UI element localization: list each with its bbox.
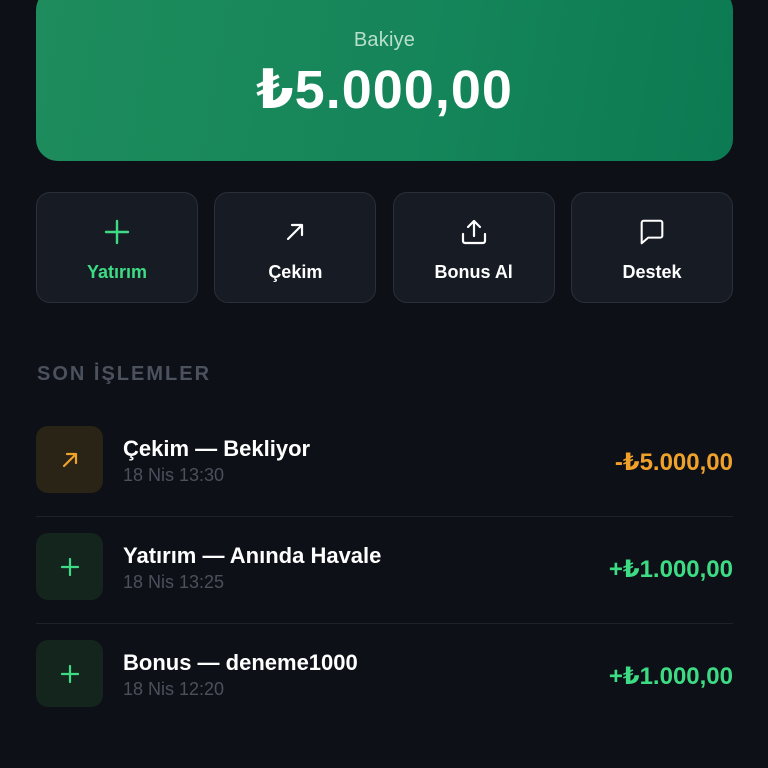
transaction-time: 18 Nis 13:30 (123, 465, 225, 485)
bonus-label: Bonus Al (434, 262, 513, 282)
bonus-button[interactable]: Bonus Al (392, 192, 555, 303)
transaction-amount: +₺1.000,00 (608, 556, 733, 583)
balance-card: Bakiye ₺5.000,00 (36, 0, 733, 161)
plus-icon (36, 533, 103, 600)
balance-label: Bakiye (353, 29, 416, 51)
transaction-list: Çekim — Bekliyor 18 Nis 13:30 -₺5.000,00… (36, 410, 733, 731)
transaction-row[interactable]: Bonus — deneme1000 18 Nis 12:20 +₺1.000,… (36, 624, 733, 731)
transaction-amount: -₺5.000,00 (614, 449, 733, 476)
transaction-time: 18 Nis 12:20 (123, 679, 225, 699)
transaction-amount: +₺1.000,00 (608, 663, 733, 690)
support-button[interactable]: Destek (570, 192, 733, 303)
transaction-time: 18 Nis 13:25 (123, 572, 225, 592)
plus-icon (102, 217, 132, 247)
transaction-row[interactable]: Yatırım — Anında Havale 18 Nis 13:25 +₺1… (36, 517, 733, 624)
withdraw-label: Çekim (268, 262, 323, 282)
withdraw-button[interactable]: Çekim (214, 192, 377, 303)
deposit-button[interactable]: Yatırım (36, 192, 198, 303)
plus-icon (36, 640, 103, 707)
support-label: Destek (622, 262, 682, 282)
arrow-up-right-icon (36, 426, 103, 493)
transaction-title: Yatırım — Anında Havale (123, 543, 382, 568)
transaction-row[interactable]: Çekim — Bekliyor 18 Nis 13:30 -₺5.000,00 (36, 410, 733, 517)
quick-actions: Yatırım Çekim Bonus Al Destek (36, 192, 733, 303)
transaction-title: Bonus — deneme1000 (123, 650, 358, 675)
balance-amount: ₺5.000,00 (256, 60, 513, 120)
wallet-screen: Bakiye ₺5.000,00 Yatırım Çekim Bonus Al (0, 0, 768, 768)
recent-transactions-title: SON İŞLEMLER (37, 363, 212, 385)
share-upload-icon (459, 217, 489, 247)
chat-bubble-icon (637, 217, 667, 247)
transaction-title: Çekim — Bekliyor (123, 436, 311, 461)
deposit-label: Yatırım (86, 262, 148, 282)
arrow-up-right-icon (280, 217, 310, 247)
